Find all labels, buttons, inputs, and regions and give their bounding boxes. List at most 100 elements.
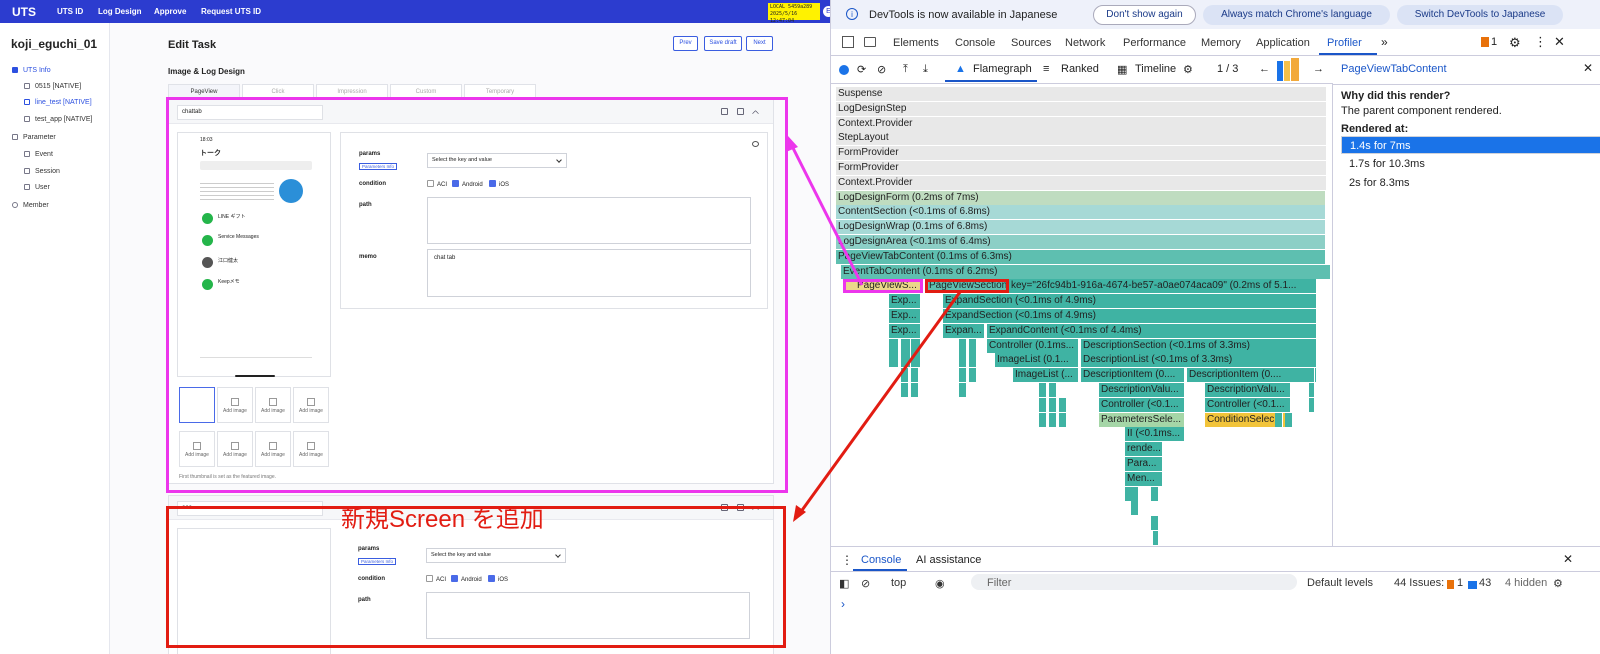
flame-node[interactable]: LogDesignForm (0.2ms of 7ms) [836,190,1326,205]
sidebar-item-user[interactable]: User [24,184,50,191]
flame-node-small[interactable] [901,338,911,353]
next-button[interactable]: Next [746,36,773,51]
reload-icon[interactable]: ⟳ [857,63,866,76]
flamegraph-tab[interactable]: Flamegraph [973,63,1032,75]
settings-icon[interactable]: ⚙ [1553,577,1563,590]
flame-node-small[interactable] [1309,368,1315,383]
sidebar-item-parameter[interactable]: Parameter [12,134,56,141]
flame-node-small[interactable] [889,338,899,353]
flame-node[interactable]: StepLayout [836,131,1326,146]
tab-performance[interactable]: Performance [1123,37,1186,49]
flame-node[interactable]: DescriptionValu... [1205,383,1291,397]
render-entry[interactable]: 1.7s for 10.3ms [1341,155,1600,173]
flame-node-small[interactable] [1151,516,1159,531]
switch-japanese-button[interactable]: Switch DevTools to Japanese [1397,5,1563,25]
flame-node[interactable]: ImageList (... [1013,368,1079,383]
sidebar-item-0515[interactable]: 0515 [NATIVE] [24,83,81,90]
flame-node[interactable]: Exp... [889,323,921,338]
tab-profiler[interactable]: Profiler [1327,37,1362,49]
flame-node[interactable]: ParametersSele... [1099,412,1185,427]
flame-node-small[interactable] [1285,412,1293,427]
flame-node-small[interactable] [959,383,967,397]
flame-node[interactable]: PageViewTabContent (0.1ms of 6.3ms) [836,249,1326,264]
flame-node-small[interactable] [1049,383,1057,397]
flame-node-small[interactable] [969,338,977,353]
flame-node[interactable]: LogDesignStep [836,101,1326,116]
tab-console[interactable]: Console [955,37,995,49]
clear-icon[interactable]: ⊘ [877,63,886,76]
flame-node-small[interactable] [1059,397,1067,412]
record-icon[interactable] [839,65,849,75]
clear-console-icon[interactable]: ⊘ [861,577,870,590]
flame-node[interactable]: DescriptionItem (0.... [1081,368,1185,383]
flame-node[interactable]: Controller (<0.1... [1099,397,1185,412]
log-levels-select[interactable]: Default levels [1307,577,1373,589]
flame-node-small[interactable] [1153,531,1159,545]
tab-memory[interactable]: Memory [1201,37,1241,49]
close-icon[interactable]: ✕ [1563,552,1573,566]
flame-node-small[interactable] [1131,501,1139,516]
flame-node[interactable]: EventTabContent (0.1ms of 6.2ms) [841,264,1331,279]
flame-node[interactable]: ContentSection (<0.1ms of 6.8ms) [836,205,1326,220]
flame-node-small[interactable] [911,338,921,353]
flame-node[interactable]: LogDesignWrap (0.1ms of 6.8ms) [836,220,1326,235]
tab-sources[interactable]: Sources [1011,37,1051,49]
tab-temporary[interactable]: Temporary [464,84,536,98]
flame-node[interactable]: Context.Provider [836,175,1326,190]
nav-log-design[interactable]: Log Design [98,7,142,16]
render-entry[interactable]: 2s for 8.3ms [1341,174,1600,192]
flame-node[interactable]: Exp... [889,294,921,309]
flame-node-small[interactable] [901,368,909,383]
flame-node[interactable]: Men... [1125,471,1163,486]
flame-node-pageviewsection-collapsed[interactable]: PageViewS... [843,279,923,294]
settings-icon[interactable]: ⚙ [1509,35,1521,51]
dont-show-again-button[interactable]: Don't show again [1093,5,1196,25]
render-entry[interactable]: 1.4s for 7ms [1341,136,1600,154]
flame-node-small[interactable] [1125,486,1139,501]
flame-node[interactable]: rende... [1125,442,1163,457]
sidebar-toggle-icon[interactable]: ◧ [839,577,849,590]
flame-node-small[interactable] [959,368,967,383]
flame-node-small[interactable] [1039,397,1047,412]
flame-node-small[interactable] [1039,412,1047,427]
flame-node-small[interactable] [1309,397,1315,412]
issues-count[interactable]: 1 [1491,36,1497,48]
prev-commit-icon[interactable]: ← [1259,63,1270,75]
commit-bar-selected[interactable] [1277,61,1283,81]
eye-icon[interactable]: ◉ [935,577,945,590]
flame-node[interactable]: Controller (0.1ms... [987,338,1079,353]
issues-icon[interactable] [1481,37,1489,47]
flame-node-small[interactable] [1275,412,1283,427]
sidebar-item-line-test[interactable]: line_test [NATIVE] [24,99,92,106]
prev-button[interactable]: Prev [673,36,698,51]
tab-impression[interactable]: Impression [316,84,388,98]
commit-bar[interactable] [1284,61,1290,81]
flame-node[interactable]: DescriptionSection (<0.1ms of 3.3ms) [1081,338,1317,353]
app-logo[interactable]: UTS [12,5,36,19]
flame-node-small[interactable] [1151,486,1159,501]
context-select[interactable]: top [891,577,906,589]
flame-node-small[interactable] [911,368,919,383]
next-commit-icon[interactable]: → [1313,63,1324,75]
more-tabs-icon[interactable]: » [1381,35,1388,49]
flame-node[interactable]: DescriptionList (<0.1ms of 3.3ms) [1081,353,1317,368]
ranked-tab[interactable]: Ranked [1061,63,1099,75]
upload-icon[interactable]: ⤒ [903,63,908,76]
issues-label[interactable]: 44 Issues: [1394,577,1444,589]
flame-node[interactable]: II (<0.1ms... [1125,427,1185,442]
flame-node[interactable]: Context.Provider [836,116,1326,131]
flame-node-small[interactable] [1049,412,1057,427]
device-toggle-icon[interactable] [864,37,876,47]
flame-node[interactable]: Para... [1125,457,1163,471]
flame-node-small[interactable] [959,353,967,368]
drawer-menu-icon[interactable]: ⋮ [841,553,853,567]
flame-node-small[interactable] [1049,397,1057,412]
console-prompt[interactable]: › [841,597,845,611]
flame-node-small[interactable] [1039,383,1047,397]
sidebar-item-event[interactable]: Event [24,151,53,158]
flame-node-small[interactable] [911,353,921,368]
flame-node[interactable]: Suspense [836,87,1326,101]
nav-request-uts-id[interactable]: Request UTS ID [201,7,261,16]
flame-node[interactable]: key="26fc94b1-916a-4674-be57-a0ae074aca0… [1009,279,1317,294]
nav-uts-id[interactable]: UTS ID [57,7,83,16]
